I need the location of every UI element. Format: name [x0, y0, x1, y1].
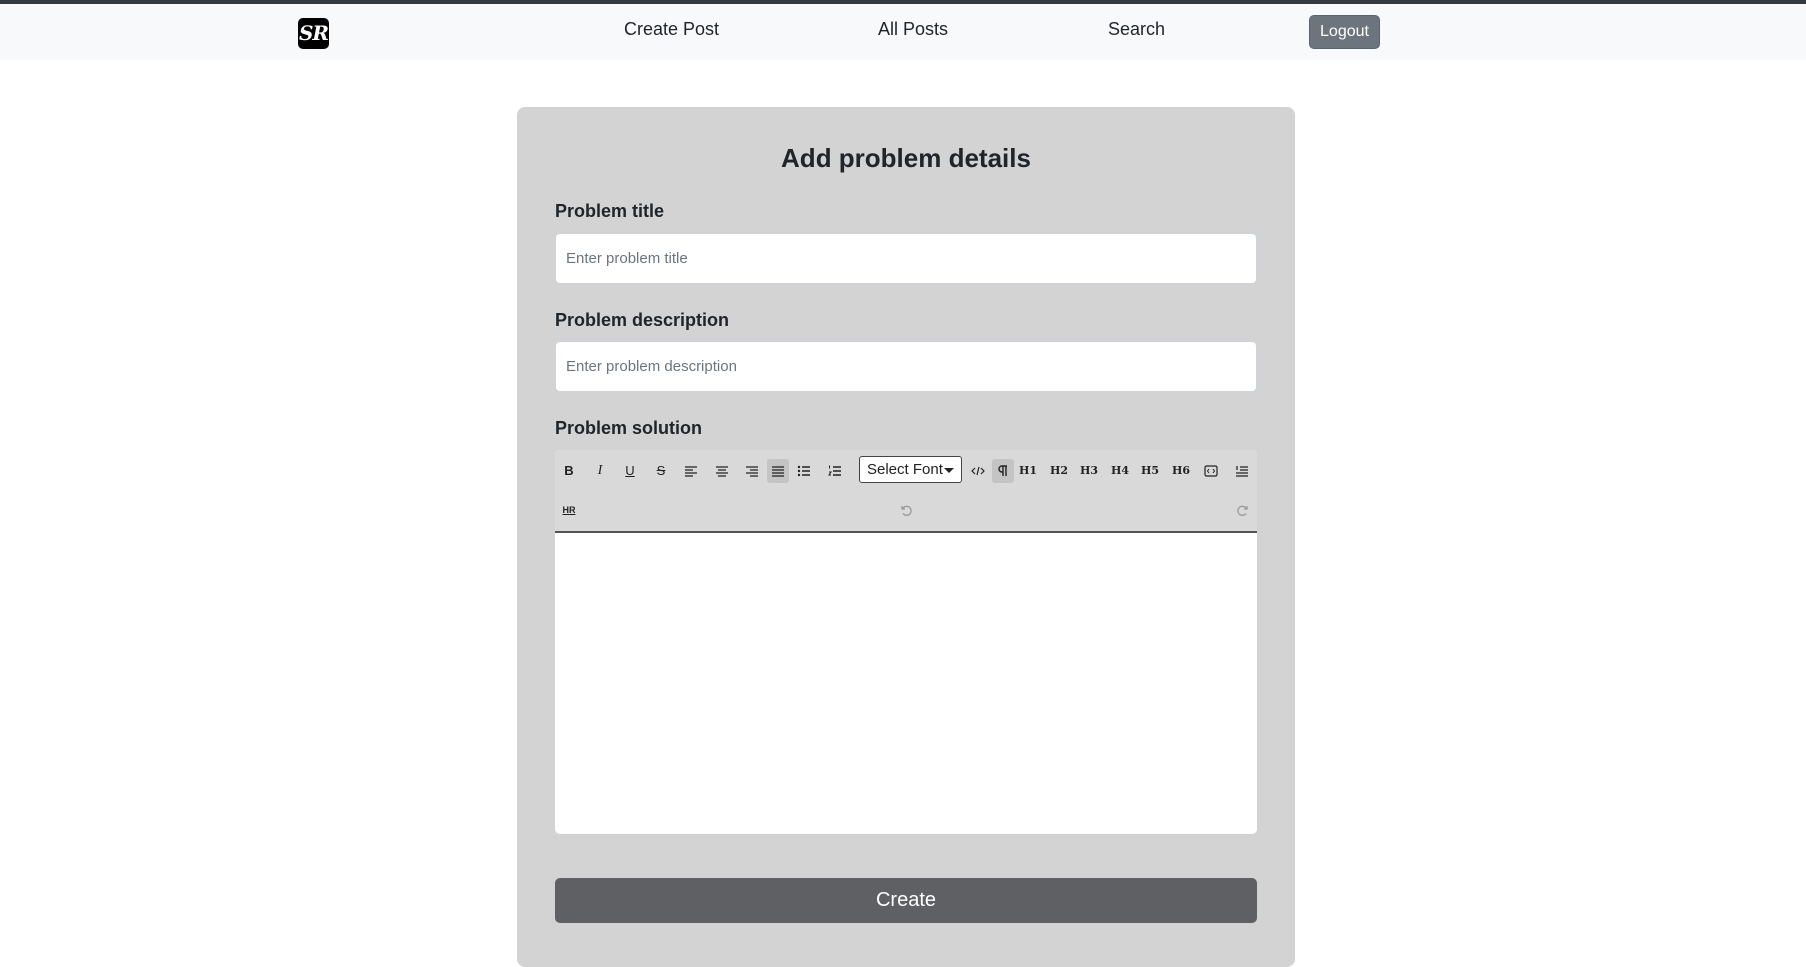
heading1-button[interactable]: H1	[1017, 459, 1039, 483]
align-left-button[interactable]	[680, 459, 702, 483]
solution-editor: B I U S Select Font H1 H2 H3 H4 H5 H6 HR	[555, 450, 1257, 834]
paragraph-button[interactable]	[992, 459, 1014, 483]
underline-button[interactable]: U	[619, 459, 641, 483]
blockquote-icon	[1236, 466, 1248, 477]
page-title: Add problem details	[781, 143, 1031, 173]
code-block-button[interactable]	[1200, 459, 1222, 483]
undo-button[interactable]	[895, 498, 917, 522]
align-justify-icon	[772, 466, 784, 477]
align-right-button[interactable]	[741, 459, 763, 483]
add-problem-card: Add problem details Problem title Proble…	[517, 107, 1295, 967]
numbered-list-icon	[828, 465, 841, 476]
code-view-button[interactable]	[967, 459, 989, 483]
problem-solution-label: Problem solution	[555, 418, 703, 438]
problem-description-input[interactable]	[555, 341, 1257, 392]
font-select[interactable]: Select Font	[859, 456, 962, 483]
editor-toolbar: B I U S Select Font H1 H2 H3 H4 H5 H6 HR	[555, 450, 1257, 533]
align-center-button[interactable]	[711, 459, 733, 483]
code-icon	[971, 466, 985, 476]
align-left-icon	[685, 466, 697, 477]
align-center-icon	[716, 466, 728, 477]
paragraph-icon	[998, 465, 1007, 476]
problem-title-input[interactable]	[555, 233, 1257, 284]
heading2-button[interactable]: H2	[1048, 459, 1070, 483]
problem-title-label: Problem title	[555, 201, 665, 221]
redo-button[interactable]	[1232, 498, 1254, 522]
bullet-list-icon	[797, 465, 810, 477]
solution-editor-area[interactable]	[555, 533, 1257, 834]
heading6-button[interactable]: H6	[1170, 459, 1192, 483]
heading4-button[interactable]: H4	[1109, 459, 1131, 483]
numbered-list-button[interactable]	[824, 459, 846, 483]
align-right-icon	[746, 466, 758, 477]
align-justify-button[interactable]	[767, 459, 789, 483]
logout-button[interactable]: Logout	[1309, 15, 1380, 49]
horizontal-rule-button[interactable]: HR	[558, 498, 580, 522]
chevron-down-icon	[944, 468, 954, 473]
heading3-button[interactable]: H3	[1078, 459, 1100, 483]
site-logo[interactable]: SR	[298, 18, 329, 49]
nav-create-post[interactable]: Create Post	[624, 19, 719, 40]
code-block-icon	[1204, 465, 1218, 477]
undo-icon	[901, 505, 912, 516]
blockquote-button[interactable]	[1231, 459, 1253, 483]
create-button[interactable]: Create	[555, 878, 1257, 923]
nav-all-posts[interactable]: All Posts	[878, 19, 948, 40]
redo-icon	[1237, 505, 1248, 516]
italic-button[interactable]: I	[589, 459, 611, 483]
bold-button[interactable]: B	[558, 459, 580, 483]
font-select-label: Select Font	[867, 461, 943, 478]
nav-search[interactable]: Search	[1108, 19, 1165, 40]
bullet-list-button[interactable]	[793, 459, 815, 483]
strikethrough-button[interactable]: S	[650, 459, 672, 483]
navbar: SR Create Post All Posts Search Logout	[0, 4, 1806, 60]
problem-description-label: Problem description	[555, 310, 730, 330]
heading5-button[interactable]: H5	[1139, 459, 1161, 483]
